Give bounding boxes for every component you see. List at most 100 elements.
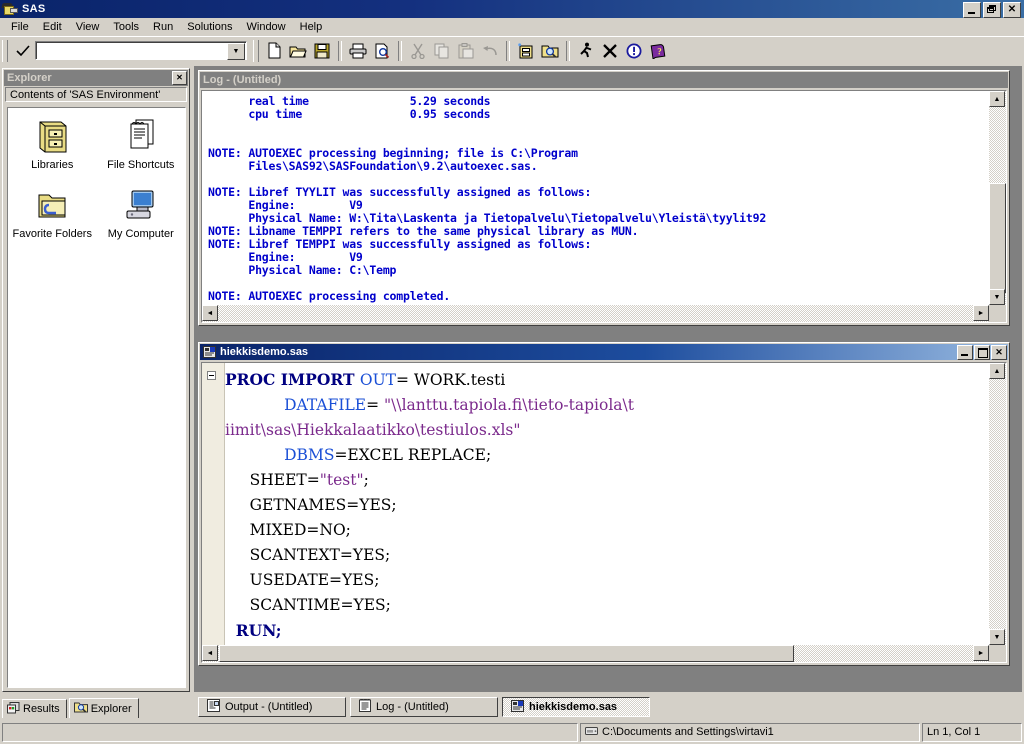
toolbar-separator-4 (566, 40, 570, 61)
break-icon[interactable] (622, 39, 646, 62)
explorer-panel: Explorer ✕ Contents of 'SAS Environment' (2, 68, 190, 692)
libraries-icon (35, 116, 69, 156)
new-icon[interactable] (262, 39, 286, 62)
explorer-item-file-shortcuts[interactable]: File Shortcuts (97, 116, 186, 171)
explorer-item-my-computer[interactable]: My Computer (97, 185, 186, 240)
command-bar[interactable]: ▼ (35, 41, 247, 60)
window-title: SAS (22, 3, 46, 15)
toolbar: ▼ ? (0, 36, 1024, 64)
undo-icon[interactable] (478, 39, 502, 62)
menu-label: Solutions (187, 21, 233, 33)
scroll-right-icon[interactable]: ► (973, 645, 989, 661)
taskbar-button-hiekkisdemo[interactable]: hiekkisdemo.sas (502, 697, 650, 717)
menu-label: Run (153, 21, 174, 33)
scroll-right-icon[interactable]: ► (973, 305, 989, 321)
explorer-contents-text: Contents of 'SAS Environment' (10, 88, 161, 101)
code-line: USEDATE=YES; (225, 571, 380, 589)
restore-icon[interactable] (983, 2, 1001, 18)
toolbar-grip[interactable] (2, 39, 8, 62)
menu-item-view[interactable]: View (69, 20, 107, 34)
code-line: GETNAMES=YES; (225, 496, 397, 514)
status-position-pane: Ln 1, Col 1 (922, 722, 1022, 742)
submit-run-icon[interactable] (574, 39, 598, 62)
editor-window-title-bar[interactable]: hiekkisdemo.sas ✕ (200, 344, 1008, 360)
sas-program-icon (203, 345, 217, 359)
code-editor[interactable]: PROC IMPORT OUT= WORK.testi DATAFILE= "\… (225, 363, 989, 645)
sidebar-tab-results[interactable]: Results (2, 699, 67, 718)
main-title-bar: SAS ✕ (0, 0, 1024, 18)
explorer-icon (73, 701, 88, 716)
code-line: iimit\sas\Hiekkalaatikko\testiulos.xls" (225, 421, 521, 439)
log-vertical-scrollbar[interactable]: ▲ ▼ (989, 91, 1006, 305)
sas-application-window: SAS ✕ File Edit View Tools Run Solutions… (0, 0, 1024, 744)
chevron-down-icon[interactable]: ▼ (227, 43, 245, 60)
copy-icon[interactable] (430, 39, 454, 62)
help-icon[interactable]: ? (646, 39, 670, 62)
menu-label: Window (246, 21, 286, 33)
window-taskbar: Output - (Untitled) Log - (Untitled) hie… (194, 696, 1022, 718)
menu-item-edit[interactable]: Edit (36, 20, 69, 34)
menu-item-solutions[interactable]: Solutions (180, 20, 239, 34)
my-computer-icon (124, 185, 158, 225)
log-horizontal-scrollbar[interactable]: ◄ ► (202, 305, 989, 322)
explorer-search-icon[interactable] (538, 39, 562, 62)
sidebar-tab-explorer[interactable]: Explorer (68, 698, 139, 718)
scroll-left-icon[interactable]: ◄ (202, 305, 218, 321)
status-path-text: C:\Documents and Settings\virtavi1 (602, 726, 774, 738)
print-preview-icon[interactable] (370, 39, 394, 62)
explorer-item-label: Libraries (31, 159, 74, 171)
toolbar-separator-1 (338, 40, 342, 61)
checkmark-icon[interactable] (11, 40, 35, 62)
log-text: real time 5.29 seconds cpu time 0.95 sec… (202, 91, 989, 305)
window-controls: ✕ (963, 2, 1021, 18)
scroll-down-icon[interactable]: ▼ (989, 629, 1005, 645)
explorer-item-favorite-folders[interactable]: Favorite Folders (8, 185, 97, 240)
log-window-title-bar[interactable]: Log - (Untitled) (200, 72, 1008, 88)
results-icon (7, 701, 20, 717)
taskbar-button-output[interactable]: Output - (Untitled) (198, 697, 346, 717)
code-line: DATAFILE= "\\lanttu.tapiola.fi\tieto-tap… (284, 396, 634, 414)
maximize-icon[interactable] (974, 345, 990, 360)
cut-icon[interactable] (406, 39, 430, 62)
taskbar-button-label: Output - (Untitled) (225, 701, 313, 713)
toolbar-grip-2[interactable] (253, 39, 259, 62)
menu-label: File (11, 21, 29, 33)
scroll-down-icon[interactable]: ▼ (989, 289, 1005, 305)
menu-item-run[interactable]: Run (146, 20, 180, 34)
close-icon[interactable]: ✕ (991, 345, 1007, 360)
scroll-up-icon[interactable]: ▲ (989, 91, 1005, 107)
minimize-icon[interactable] (963, 2, 981, 18)
explorer-item-libraries[interactable]: Libraries (8, 116, 97, 171)
sas-program-icon (511, 699, 524, 715)
editor-horizontal-scrollbar[interactable]: ◄ ► (202, 645, 989, 662)
scroll-up-icon[interactable]: ▲ (989, 363, 1005, 379)
menu-item-help[interactable]: Help (293, 20, 330, 34)
print-icon[interactable] (346, 39, 370, 62)
minimize-icon[interactable] (957, 345, 973, 360)
collapse-minus-icon[interactable] (207, 371, 216, 380)
editor-hscroll-thumb[interactable] (219, 645, 794, 662)
editor-window-controls: ✕ (957, 345, 1007, 360)
close-icon[interactable]: ✕ (172, 71, 187, 85)
scroll-left-icon[interactable]: ◄ (202, 645, 218, 661)
toolbar-separator-2 (398, 40, 402, 61)
clear-all-icon[interactable] (598, 39, 622, 62)
open-icon[interactable] (286, 39, 310, 62)
explorer-title-label: Explorer (7, 72, 52, 84)
menu-item-tools[interactable]: Tools (106, 20, 146, 34)
log-vscroll-thumb[interactable] (989, 183, 1006, 293)
command-input[interactable] (38, 42, 230, 59)
paste-icon[interactable] (454, 39, 478, 62)
drive-icon (585, 726, 598, 739)
log-icon (359, 698, 371, 715)
menu-item-file[interactable]: File (4, 20, 36, 34)
menu-item-window[interactable]: Window (240, 20, 293, 34)
editor-vertical-scrollbar[interactable]: ▲ ▼ (989, 363, 1006, 645)
menu-label: Tools (113, 21, 140, 33)
save-icon[interactable] (310, 39, 334, 62)
taskbar-button-log[interactable]: Log - (Untitled) (350, 697, 498, 717)
sidebar-tab-label: Results (23, 703, 60, 715)
close-icon[interactable]: ✕ (1003, 2, 1021, 18)
new-library-icon[interactable] (514, 39, 538, 62)
code-line: DBMS=EXCEL REPLACE; (284, 446, 492, 464)
